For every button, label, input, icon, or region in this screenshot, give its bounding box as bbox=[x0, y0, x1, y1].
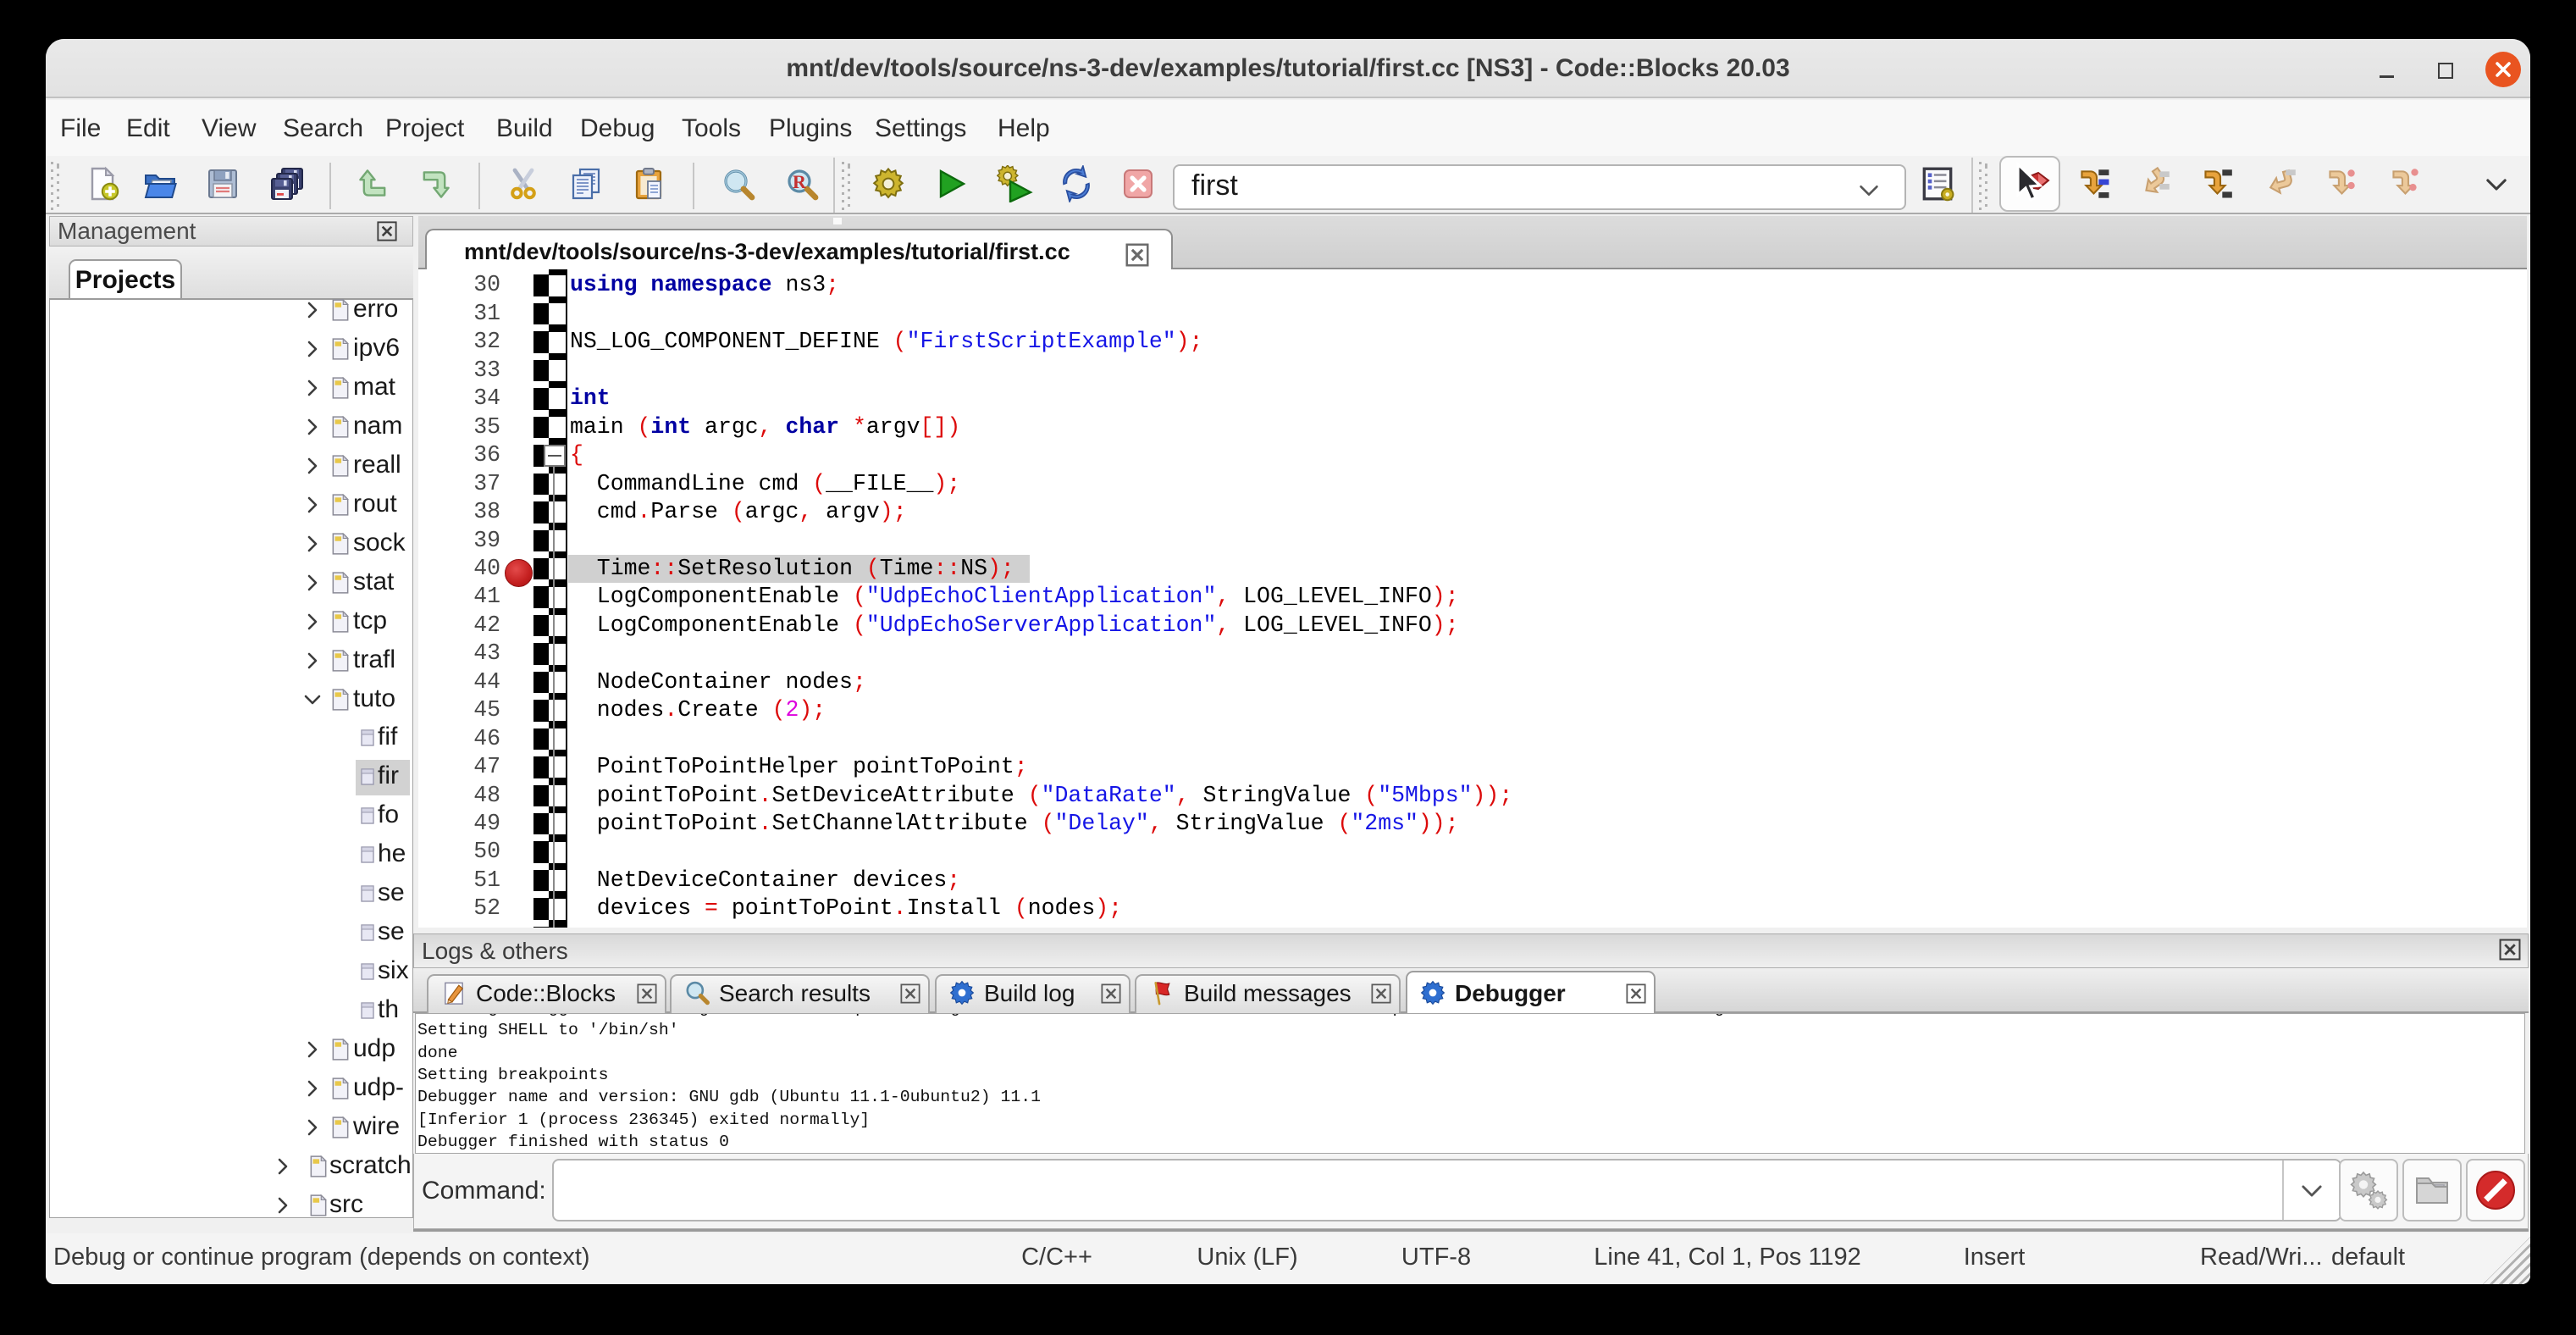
svg-text:R: R bbox=[793, 171, 807, 192]
